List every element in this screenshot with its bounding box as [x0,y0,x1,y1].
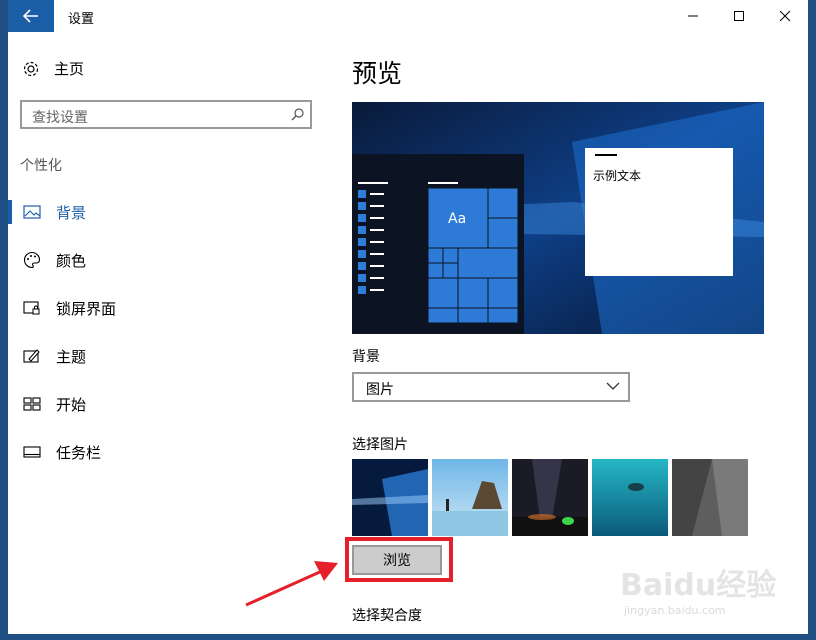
selection-indicator [8,200,12,224]
sidebar: 主页 查找设置 个性化 背景 颜色 锁屏界面 主题 开始 任务栏 [8,32,328,634]
thumbnail-image [352,459,428,536]
background-preview: Aa 示例文本 [352,102,764,334]
chevron-down-icon [606,382,620,390]
palette-icon [24,251,41,269]
background-type-select[interactable]: 图片 [352,372,630,402]
minimize-icon [688,15,698,17]
annotation-arrow [245,561,338,607]
browse-button[interactable]: 浏览 [352,545,442,575]
back-button[interactable] [8,0,54,32]
gear-icon [23,61,39,76]
sidebar-item-colors[interactable]: 颜色 [8,240,328,280]
thumbnail-image [432,459,508,536]
choose-picture-label: 选择图片 [352,437,408,453]
background-type-value: 图片 [366,382,394,398]
picture-thumbnail-windows[interactable] [352,459,428,536]
sidebar-item-lock-screen[interactable]: 锁屏界面 [8,288,328,328]
sidebar-item-taskbar[interactable]: 任务栏 [8,432,328,472]
picture-thumbnail-underwater[interactable] [592,459,668,536]
tile-grid [427,187,519,324]
window-title: 设置 [68,12,95,27]
sidebar-item-background[interactable]: 背景 [8,192,328,232]
thumbnail-image [592,459,668,536]
maximize-icon [734,11,744,21]
close-button[interactable] [762,0,808,32]
sidebar-item-label: 任务栏 [56,444,102,462]
sidebar-item-start[interactable]: 开始 [8,384,328,424]
main-content: 预览 Aa 示例文本 背景 图片 选择图片 浏览 选择契合度 [345,32,808,634]
picture-icon [23,205,41,219]
choose-fit-label: 选择契合度 [352,608,422,624]
home-nav-item[interactable]: 主页 [22,58,84,79]
minimize-button[interactable] [670,0,716,32]
search-placeholder: 查找设置 [32,110,88,126]
taskbar-icon [23,446,41,458]
page-title: 预览 [352,59,403,88]
theme-icon [23,349,40,363]
search-icon [291,108,304,121]
thumbnail-image [512,459,588,536]
sidebar-item-label: 锁屏界面 [56,300,117,318]
background-label: 背景 [352,349,380,365]
maximize-button[interactable] [716,0,762,32]
lock-screen-icon [23,301,40,315]
watermark: Baidu经验 jingyan.baidu.com [620,560,776,617]
back-arrow-icon [23,9,38,23]
sample-window [585,148,733,276]
sidebar-item-label: 颜色 [56,252,87,270]
sidebar-item-label: 背景 [56,204,87,222]
settings-window: 设置 主页 查找设置 个性化 背景 颜色 锁屏界面 主题 开始 任务栏 预览 A… [8,0,808,634]
sidebar-item-label: 开始 [56,396,87,414]
start-icon [23,397,41,411]
search-input[interactable]: 查找设置 [20,100,312,129]
close-icon [779,10,791,22]
tile-text: Aa [448,211,466,227]
sidebar-item-label: 主题 [56,348,87,366]
picture-thumbnail-beach[interactable] [432,459,508,536]
sample-text: 示例文本 [593,168,641,183]
thumbnail-image [672,459,748,536]
sidebar-item-themes[interactable]: 主题 [8,336,328,376]
picture-thumbnail-rock[interactable] [672,459,748,536]
picture-thumbnail-night-sky[interactable] [512,459,588,536]
watermark-text: Baidu经验 [620,568,777,603]
home-label: 主页 [54,60,85,78]
preview-image: Aa 示例文本 [352,102,764,334]
section-title: 个性化 [20,158,62,174]
watermark-sub: jingyan.baidu.com [624,604,726,617]
title-bar: 设置 [8,0,808,32]
